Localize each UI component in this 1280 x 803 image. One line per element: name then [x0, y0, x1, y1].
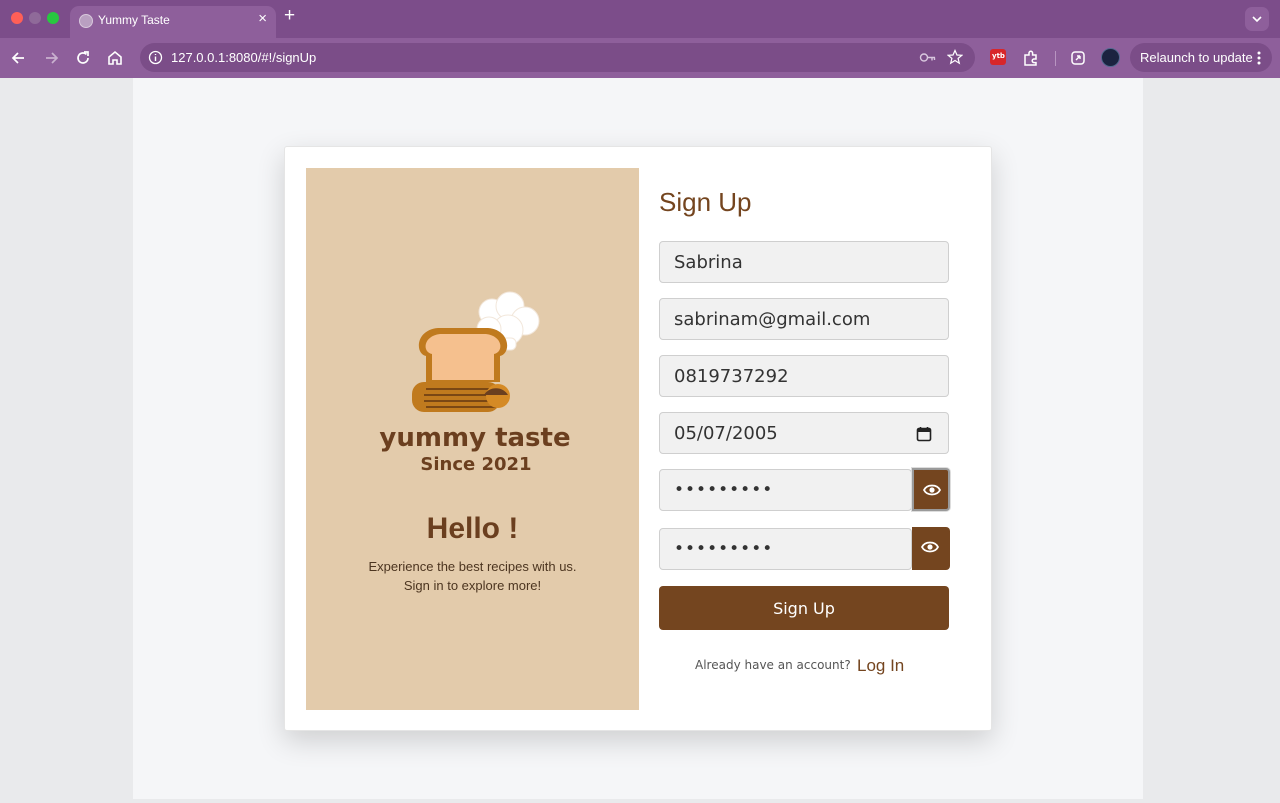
close-icon[interactable]: × [258, 11, 267, 26]
home-icon[interactable] [105, 48, 125, 68]
sync-icon[interactable] [1068, 48, 1088, 68]
logo-text: yummy taste [379, 423, 570, 453]
tab-title: Yummy Taste [98, 13, 170, 27]
puzzle-icon[interactable] [1021, 48, 1041, 68]
window-minimize-button[interactable] [29, 12, 41, 24]
toggle-password-button[interactable] [912, 468, 950, 511]
address-bar[interactable]: 127.0.0.1:8080/#!/signUp [140, 43, 975, 72]
avatar[interactable] [1101, 48, 1120, 67]
back-icon[interactable] [9, 48, 29, 68]
relaunch-button[interactable]: Relaunch to update [1130, 43, 1272, 72]
signup-button[interactable]: Sign Up [659, 586, 949, 630]
forward-icon[interactable] [41, 48, 61, 68]
tab-search-button[interactable] [1245, 7, 1269, 31]
birthdate-field[interactable] [659, 412, 949, 454]
password-input[interactable] [660, 470, 911, 510]
subtitle-line-2: Sign in to explore more! [403, 578, 542, 593]
greeting-heading: Hello ! [426, 512, 519, 545]
phone-field[interactable] [659, 355, 949, 397]
info-icon[interactable] [148, 50, 163, 65]
window-close-button[interactable] [11, 12, 23, 24]
tab-bar: Yummy Taste × + [0, 0, 1280, 38]
browser-tab[interactable]: Yummy Taste × [70, 6, 276, 38]
key-icon[interactable] [919, 50, 937, 65]
confirm-password-field[interactable] [659, 528, 912, 570]
logo-tagline: Since 2021 [420, 454, 531, 475]
extension-icon[interactable]: ytb [990, 49, 1006, 65]
name-input[interactable] [660, 242, 948, 282]
plus-icon[interactable]: + [284, 6, 295, 25]
page-title: Sign Up [659, 187, 752, 217]
eye-icon [921, 541, 939, 553]
reload-icon[interactable] [73, 48, 93, 68]
bread-logo-icon: yummy taste Since 2021 [379, 291, 571, 475]
relaunch-label: Relaunch to update [1140, 50, 1253, 65]
subtitle-line-1: Experience the best recipes with us. [368, 559, 577, 574]
calendar-icon[interactable] [916, 426, 932, 442]
signup-card: yummy taste Since 2021 Hello ! Experienc… [284, 146, 992, 731]
birthdate-input[interactable] [660, 413, 948, 453]
globe-icon [79, 14, 93, 28]
email-field[interactable] [659, 298, 949, 340]
account-prompt: Already have an account? [695, 658, 851, 672]
eye-icon [923, 484, 941, 496]
greeting-subtitle: Experience the best recipes with us. Sig… [306, 557, 639, 595]
star-icon[interactable] [947, 49, 963, 65]
confirm-password-input[interactable] [660, 529, 911, 569]
toolbar-divider [1055, 51, 1056, 66]
name-field[interactable] [659, 241, 949, 283]
more-vert-icon [1257, 51, 1261, 65]
url-text[interactable]: 127.0.0.1:8080/#!/signUp [171, 50, 316, 65]
phone-input[interactable] [660, 356, 948, 396]
password-field[interactable] [659, 469, 912, 511]
login-link[interactable]: Log In [857, 656, 904, 676]
browser-toolbar: 127.0.0.1:8080/#!/signUp ytb Relaunch to… [0, 38, 1280, 78]
toggle-confirm-password-button[interactable] [912, 527, 950, 570]
window-maximize-button[interactable] [47, 12, 59, 24]
brand-panel: yummy taste Since 2021 Hello ! Experienc… [306, 168, 639, 710]
chevron-down-icon [1252, 16, 1262, 23]
email-input[interactable] [660, 299, 948, 339]
